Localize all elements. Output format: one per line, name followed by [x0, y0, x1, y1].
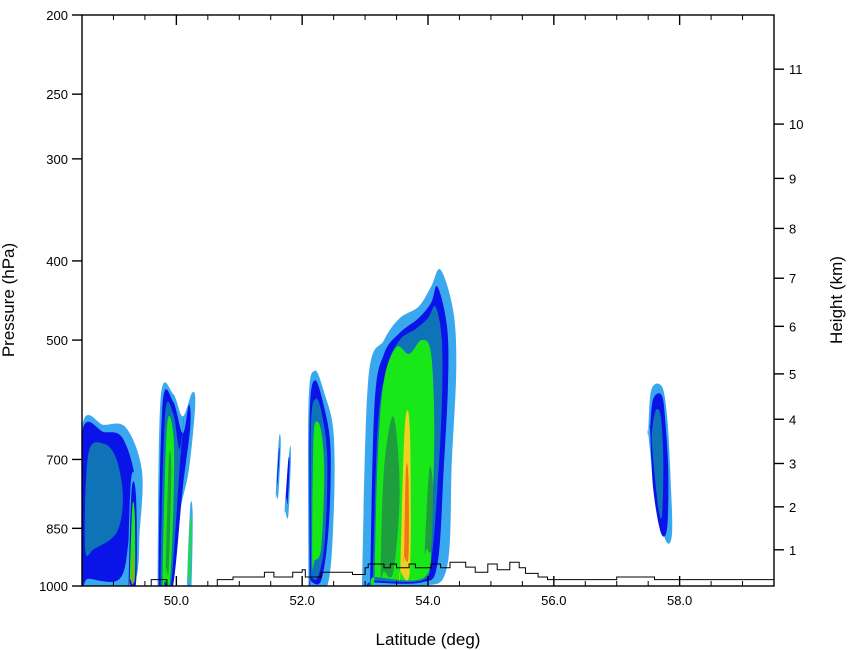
cross-section-chart: 50.0 52.0 54.0 56.0 58.020025030040050070085…: [0, 8, 846, 649]
contour-cell-53.8: [361, 269, 457, 586]
y2-tick-label: 2: [789, 500, 796, 515]
contour-cell-51.8: [284, 445, 291, 519]
x-axis-title: Latitude (deg): [376, 630, 481, 649]
contour-cell-51.6: [275, 434, 281, 499]
y-tick-label: 300: [46, 152, 68, 167]
y2-tick-label: 5: [789, 367, 796, 382]
y-tick-label: 250: [46, 87, 68, 102]
y2-tick-label: 3: [789, 456, 796, 471]
y2-tick-label: 7: [789, 271, 796, 286]
contour-cell-52.2: [308, 370, 335, 586]
x-tick-label: 52.0: [290, 593, 315, 608]
y-tick-label: 200: [46, 8, 68, 23]
y-tick-label: 850: [46, 521, 68, 536]
contour-cell-50.2: [187, 500, 193, 586]
y-tick-label: 500: [46, 333, 68, 348]
x-tick-label: 54.0: [415, 593, 440, 608]
y-axis-title: Pressure (hPa): [0, 243, 18, 357]
y-tick-label: 1000: [39, 579, 68, 594]
y2-tick-label: 10: [789, 117, 803, 132]
y2-tick-label: 8: [789, 221, 796, 236]
y2-axis-title: Height (km): [827, 256, 846, 344]
y-tick-label: 700: [46, 452, 68, 467]
y2-tick-label: 6: [789, 319, 796, 334]
x-tick-label: 56.0: [541, 593, 566, 608]
contour-cells: [82, 269, 673, 586]
contour-cell-57.7: [647, 383, 673, 544]
y-tick-label: 400: [46, 254, 68, 269]
x-tick-label: 50.0: [164, 593, 189, 608]
y2-tick-label: 9: [789, 171, 796, 186]
x-tick-label: 58.0: [667, 593, 692, 608]
y2-tick-label: 11: [789, 62, 803, 77]
y2-tick-label: 1: [789, 543, 796, 558]
y2-tick-label: 4: [789, 412, 796, 427]
